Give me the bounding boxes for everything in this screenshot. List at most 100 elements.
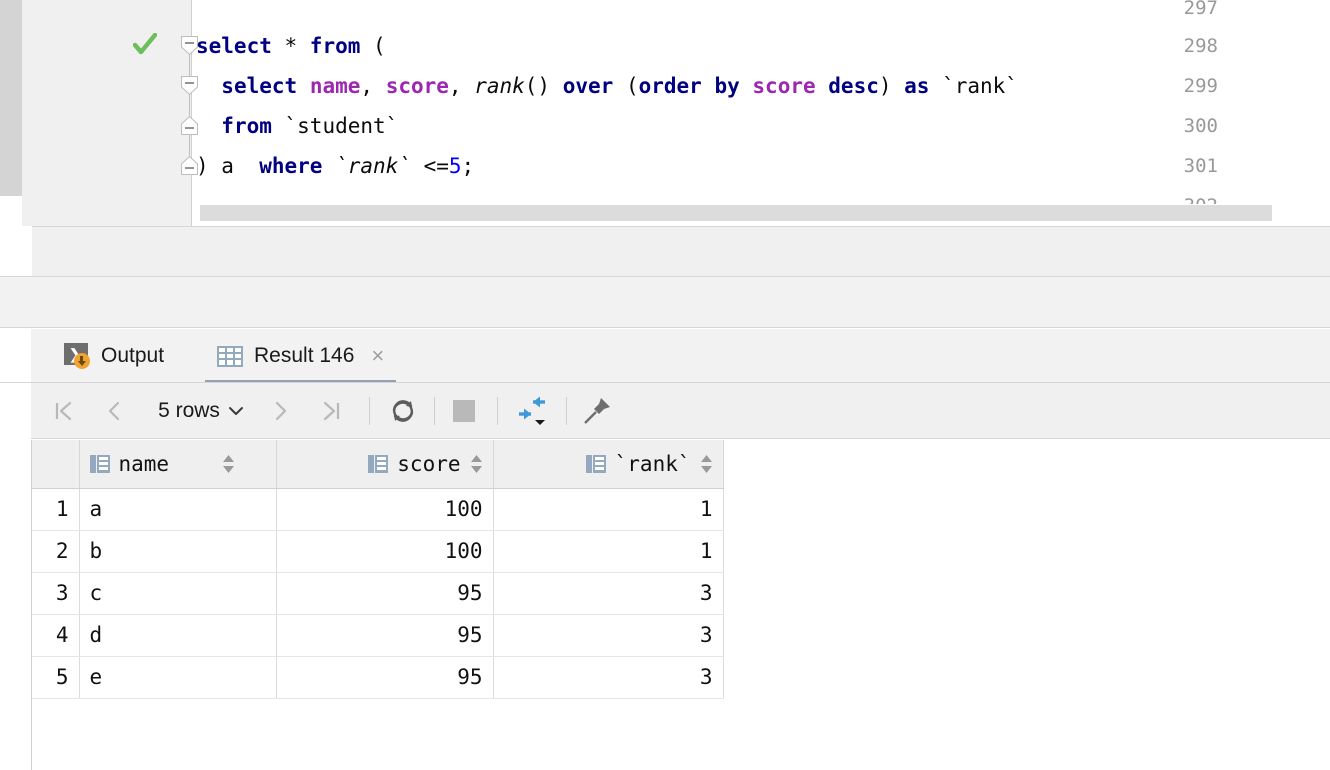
code-token: from (221, 114, 272, 138)
code-token (196, 114, 221, 138)
code-token: ; (462, 154, 475, 178)
code-token: score (752, 74, 815, 98)
sort-toggle-icon[interactable] (470, 454, 483, 474)
cell-name[interactable]: c (79, 572, 276, 614)
pin-tab-icon[interactable] (576, 383, 618, 439)
row-number-cell[interactable]: 3 (32, 572, 79, 614)
select-all-corner[interactable] (32, 440, 79, 488)
sort-toggle-icon[interactable] (222, 454, 235, 474)
table-row[interactable]: 4d953 (32, 614, 723, 656)
cell-score[interactable]: 95 (276, 572, 493, 614)
cell-rank[interactable]: 3 (493, 656, 723, 698)
table-header-row: name (32, 440, 723, 488)
column-header-name[interactable]: name (79, 440, 276, 488)
row-number-cell[interactable]: 1 (32, 488, 79, 530)
code-token: order by (639, 74, 740, 98)
next-page-icon[interactable] (263, 383, 299, 439)
cell-name[interactable]: d (79, 614, 276, 656)
code-token (196, 74, 221, 98)
rows-count-label: 5 rows (158, 399, 220, 423)
code-token: ( (613, 74, 638, 98)
row-number-cell[interactable]: 4 (32, 614, 79, 656)
last-page-icon[interactable] (313, 383, 349, 439)
code-token: ) a (196, 154, 259, 178)
code-token (816, 74, 829, 98)
code-token: ( (360, 34, 385, 58)
code-token: `rank` (335, 154, 411, 178)
results-tabbar: ❯ Output Result 146 × (0, 329, 1330, 383)
code-token: <= (411, 154, 449, 178)
code-token: select (221, 74, 297, 98)
code-line-299: select name, score, rank() over (order b… (196, 66, 1018, 106)
cell-score[interactable]: 100 (276, 530, 493, 572)
code-token: , (360, 74, 385, 98)
data-transfer-icon[interactable] (508, 383, 556, 439)
cell-score[interactable]: 100 (276, 488, 493, 530)
previous-page-icon[interactable] (96, 383, 132, 439)
code-token: () (525, 74, 563, 98)
cell-rank[interactable]: 3 (493, 572, 723, 614)
sql-ide-window: 297 298 299 300 301 302 (0, 0, 1330, 770)
editor-status-strip (0, 226, 1330, 276)
code-token: over (563, 74, 614, 98)
cell-score[interactable]: 95 (276, 614, 493, 656)
cell-name[interactable]: e (79, 656, 276, 698)
cell-rank[interactable]: 1 (493, 488, 723, 530)
result-table: name (32, 440, 724, 699)
grid-left-padding (0, 440, 31, 770)
code-token: , (449, 74, 474, 98)
sql-editor-pane: 297 298 299 300 301 302 (0, 0, 1330, 226)
close-icon[interactable]: × (371, 345, 384, 367)
tab-result-146[interactable]: Result 146 × (205, 329, 396, 383)
cell-rank[interactable]: 1 (493, 530, 723, 572)
editor-left-scrollbar[interactable] (0, 0, 22, 196)
table-row[interactable]: 1a1001 (32, 488, 723, 530)
reload-icon[interactable] (382, 383, 424, 439)
sort-toggle-icon[interactable] (700, 454, 713, 474)
code-token: select (196, 34, 272, 58)
column-header-score[interactable]: score (276, 440, 493, 488)
check-mark-icon (133, 33, 157, 55)
column-header-name-label: name (119, 452, 170, 476)
toolbar-separator-4 (566, 397, 567, 425)
cell-name[interactable]: a (79, 488, 276, 530)
column-header-rank-label: `rank` (615, 452, 691, 476)
editor-horizontal-scrollbar-track[interactable] (192, 204, 1330, 222)
code-line-301: ) a where `rank` <=5; (196, 146, 474, 186)
tabbar-left-padding (0, 329, 31, 383)
cell-score[interactable]: 95 (276, 656, 493, 698)
column-icon (90, 454, 110, 474)
first-page-icon[interactable] (46, 383, 82, 439)
code-token: 5 (449, 154, 462, 178)
code-token: from (310, 34, 361, 58)
code-line-300: from `student` (196, 106, 398, 146)
code-token: as (904, 74, 929, 98)
rows-count-dropdown[interactable]: 5 rows (145, 383, 257, 439)
fold-connector-line (189, 52, 190, 164)
code-token (322, 154, 335, 178)
tab-output[interactable]: ❯ Output (52, 329, 176, 383)
cell-name[interactable]: b (79, 530, 276, 572)
panel-divider-band (0, 276, 1330, 328)
table-row[interactable]: 3c953 (32, 572, 723, 614)
row-number-cell[interactable]: 2 (32, 530, 79, 572)
cell-rank[interactable]: 3 (493, 614, 723, 656)
editor-gutter[interactable] (22, 0, 192, 226)
stop-icon[interactable] (444, 383, 484, 439)
row-number-cell[interactable]: 5 (32, 656, 79, 698)
editor-horizontal-scrollbar-thumb[interactable] (200, 205, 1272, 221)
code-token (297, 74, 310, 98)
code-token (740, 74, 753, 98)
toolbar-separator-1 (369, 397, 370, 425)
column-icon (368, 454, 388, 474)
table-row[interactable]: 5e953 (32, 656, 723, 698)
table-row[interactable]: 2b1001 (32, 530, 723, 572)
code-token: score (386, 74, 449, 98)
sql-code-text[interactable]: select * from ( select name, score, rank… (196, 0, 1330, 200)
column-header-rank[interactable]: `rank` (493, 440, 723, 488)
toolbar-separator-2 (434, 397, 435, 425)
output-console-icon: ❯ (64, 343, 90, 369)
code-token: rank (474, 74, 525, 98)
gutter-separator (191, 0, 192, 226)
result-grid: name (0, 440, 1330, 770)
